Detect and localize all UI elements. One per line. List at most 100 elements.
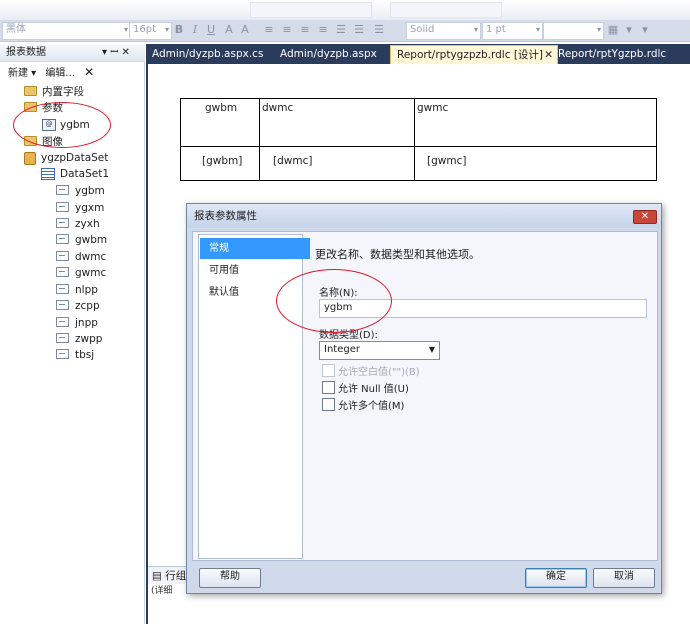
field-icon — [56, 234, 69, 244]
align-left-icon[interactable]: ≡ — [262, 22, 276, 37]
tree-item-dataset[interactable]: ygzpDataSet — [24, 150, 108, 166]
dialog-title-bar: 报表参数属性 — [187, 204, 661, 228]
ok-button[interactable]: 确定 — [525, 568, 587, 588]
header-cell[interactable]: gwmc — [417, 102, 448, 114]
numbering-icon[interactable]: ☰ — [352, 22, 366, 37]
tree-item-label: nlpp — [75, 284, 98, 296]
font-size-combo[interactable]: 16pt ▾ — [129, 22, 172, 40]
field-icon — [56, 317, 69, 327]
dialog-description: 更改名称、数据类型和其他选项。 — [315, 248, 480, 261]
chevron-down-icon: ▼ — [428, 345, 435, 354]
close-icon[interactable]: ✕ — [633, 210, 657, 224]
tab-rptygzpzb-design[interactable]: Report/rptygzpzb.rdlc [设计] ✕ — [390, 45, 558, 65]
panel-pin-icon[interactable]: ▾ ꟷ ✕ — [102, 44, 130, 62]
folder-icon — [24, 86, 37, 96]
tree-field-item[interactable]: dwmc — [56, 249, 106, 265]
detail-cell[interactable]: [dwmc] — [273, 155, 312, 167]
align-right-icon[interactable]: ≡ — [298, 22, 312, 37]
allow-multiple-checkbox[interactable] — [322, 398, 335, 411]
font-name-value: 黑体 — [6, 24, 26, 35]
format-toolbar: 黑体 ▾ 16pt ▾ B I U A A ≡ ≡ ≡ ≡ ☰ ☰ ☰ Solid ▾… — [0, 0, 690, 42]
tree-item-label: tbsj — [75, 349, 95, 361]
tab-rptygzpb[interactable]: Report/rptYgzpb.rdlc — [552, 45, 690, 64]
tree-field-item[interactable]: zyxh — [56, 216, 100, 232]
table-icon — [41, 168, 55, 180]
tab-label: Report/rptygzpzb.rdlc [设计] — [397, 49, 544, 61]
header-cell[interactable]: gwbm — [205, 102, 237, 114]
bullets-icon[interactable]: ☰ — [334, 22, 348, 37]
italic-icon[interactable]: I — [188, 22, 202, 37]
line-style-combo[interactable]: Solid ▾ — [406, 22, 481, 40]
field-icon — [56, 333, 69, 343]
tree-field-item[interactable]: gwmc — [56, 265, 106, 281]
new-menu-button[interactable]: 新建 ▾ — [8, 68, 36, 79]
tab-label: Report/rptYgzpb.rdlc — [558, 48, 667, 60]
header-cell[interactable]: dwmc — [262, 102, 293, 114]
indent-icon[interactable]: ☰ — [372, 22, 386, 37]
allow-blank-checkbox[interactable] — [322, 364, 335, 377]
chevron-down-icon: ▾ — [535, 25, 540, 34]
panel-toolbar: 新建 ▾ 编辑... ✕ — [0, 63, 145, 81]
tree-item-label: zyxh — [75, 218, 100, 230]
detail-cell[interactable]: [gwmc] — [427, 155, 466, 167]
row-groups-label: 行组 — [165, 570, 187, 582]
data-type-select[interactable]: Integer ▼ — [319, 341, 440, 360]
field-icon — [56, 267, 69, 277]
tree-item-builtin-fields[interactable]: 内置字段 — [24, 84, 84, 100]
field-icon — [56, 300, 69, 310]
tree-field-item[interactable]: jnpp — [56, 315, 98, 331]
cancel-button[interactable]: 取消 — [593, 568, 655, 588]
tree-item-dataset1[interactable]: DataSet1 — [41, 166, 109, 182]
detail-group-item[interactable]: (详细 — [148, 584, 186, 598]
chevron-down-icon[interactable]: ▾ — [622, 22, 636, 37]
toolbar-overflow-icon[interactable]: ▾ — [638, 22, 652, 37]
field-icon — [56, 284, 69, 294]
detail-cell[interactable]: [gwbm] — [202, 155, 242, 167]
panel-title: 报表数据 — [6, 47, 46, 58]
tree-field-item[interactable]: tbsj — [56, 347, 94, 363]
tree-field-item[interactable]: zwpp — [56, 331, 102, 347]
justify-icon[interactable]: ≡ — [316, 22, 330, 37]
align-center-icon[interactable]: ≡ — [280, 22, 294, 37]
field-icon — [56, 218, 69, 228]
allow-blank-label: 允许空白值("")(B) — [338, 367, 420, 378]
highlight-icon[interactable]: A — [238, 22, 252, 37]
row-groups-pane[interactable]: ▤ 行组 — [148, 566, 186, 584]
tab-dyzpb-aspx-cs[interactable]: Admin/dyzpb.aspx.cs — [146, 45, 280, 64]
tree-item-label: ygxm — [75, 202, 105, 214]
borders-icon[interactable]: ▦ — [606, 22, 620, 37]
underline-icon[interactable]: U — [204, 22, 218, 37]
report-tablix[interactable]: gwbm dwmc gwmc [gwbm] [dwmc] [gwmc] — [180, 98, 657, 181]
allow-null-label: 允许 Null 值(U) — [338, 384, 409, 395]
allow-null-checkbox[interactable] — [322, 381, 335, 394]
border-color-combo[interactable]: ▾ — [543, 22, 604, 40]
column-divider — [259, 99, 260, 180]
tree-field-item[interactable]: ygbm — [56, 183, 105, 199]
tab-label: Admin/dyzpb.aspx — [280, 48, 377, 60]
toolbar-ghost-field — [250, 2, 372, 18]
chevron-down-icon: ▾ — [596, 25, 601, 34]
bold-icon[interactable]: B — [172, 22, 186, 37]
highlight-annotation — [13, 102, 111, 148]
dialog-body: 常规 可用值 默认值 更改名称、数据类型和其他选项。 名称(N): ygbm 数… — [192, 231, 658, 561]
field-icon — [56, 251, 69, 261]
font-color-icon[interactable]: A — [222, 22, 236, 37]
tree-field-item[interactable]: nlpp — [56, 282, 98, 298]
edit-button[interactable]: 编辑... — [45, 68, 75, 79]
panel-title-bar: 报表数据 ▾ ꟷ ✕ — [0, 44, 145, 62]
tree-field-item[interactable]: zcpp — [56, 298, 100, 314]
tree-field-item[interactable]: ygxm — [56, 200, 104, 216]
font-name-combo[interactable]: 黑体 ▾ — [2, 22, 131, 40]
delete-icon[interactable]: ✕ — [84, 65, 94, 79]
data-type-value: Integer — [324, 344, 360, 355]
tree-item-label: gwbm — [75, 234, 108, 246]
line-width-combo[interactable]: 1 pt ▾ — [482, 22, 543, 40]
nav-item-general[interactable]: 常规 — [200, 238, 310, 259]
field-icon — [56, 202, 69, 212]
tree-field-item[interactable]: gwbm — [56, 232, 107, 248]
font-size-value: 16pt — [133, 24, 156, 35]
help-button[interactable]: 帮助 — [199, 568, 261, 588]
database-icon — [24, 151, 36, 165]
tab-dyzpb-aspx[interactable]: Admin/dyzpb.aspx — [274, 45, 392, 64]
tree-item-label: ygzpDataSet — [41, 152, 109, 164]
